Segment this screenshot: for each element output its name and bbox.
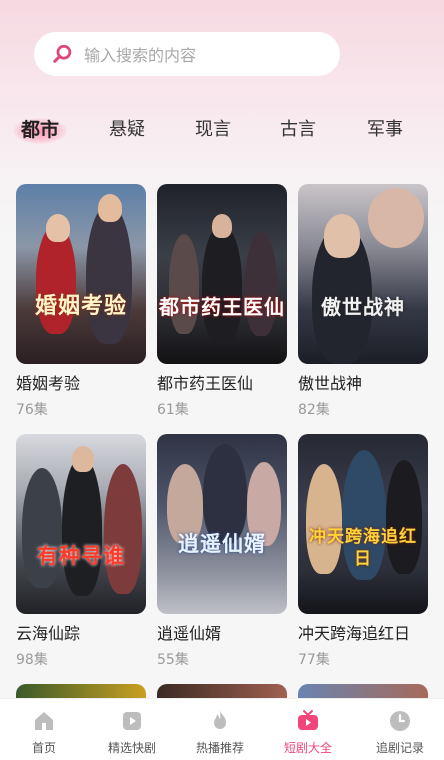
drama-poster[interactable]: 都市药王医仙 [157,184,287,364]
home-icon [35,712,53,730]
episode-count: 61集 [157,402,189,418]
nav-label: 短剧大全 [283,741,332,755]
nav-label: 热播推荐 [195,741,244,755]
nav-label: 首页 [31,741,56,755]
drama-poster[interactable]: 傲世战神 [298,184,428,364]
episode-count: 55集 [157,652,189,668]
search-icon [53,44,72,63]
drama-title: 冲天跨海追红日 [298,624,411,643]
poster-title-art: 傲世战神 [321,295,405,319]
tab-dushi[interactable]: 都市 [5,110,75,150]
tv-icon [298,710,318,730]
drama-title: 都市药王医仙 [157,374,254,393]
poster-title-art: 有种寻谁 [37,543,125,568]
drama-card[interactable]: 冲天跨海追红日 冲天跨海追红日 77集 [298,434,428,668]
nav-featured[interactable]: 精选快剧 [88,709,176,756]
drama-card[interactable]: 傲世战神 傲世战神 82集 [298,184,428,418]
drama-title: 婚姻考验 [16,374,81,393]
clock-icon [390,711,410,731]
poster-title-art: 婚姻考验 [34,293,127,319]
poster-title-art: 逍遥仙婿 [178,531,266,556]
poster-title-art: 冲天跨海追红日 [309,527,417,569]
drama-title: 逍遥仙婿 [157,624,222,643]
drama-title: 云海仙踪 [16,624,81,643]
drama-card[interactable]: 婚姻考验 婚姻考验 76集 [16,184,146,418]
drama-poster[interactable]: 婚姻考验 [16,184,146,364]
episode-count: 77集 [298,652,330,668]
search-input[interactable]: 输入搜索的内容 [84,42,196,66]
drama-title: 傲世战神 [298,374,363,393]
tab-junshi[interactable]: 军事 [350,110,420,150]
search-bar[interactable]: 输入搜索的内容 [34,32,340,76]
flame-icon [214,711,226,729]
nav-hot[interactable]: 热播推荐 [176,709,264,756]
nav-home[interactable]: 首页 [0,709,88,756]
drama-poster[interactable]: 有种寻谁 [16,434,146,614]
poster-title-art: 都市药王医仙 [159,295,285,319]
episode-count: 82集 [298,402,330,418]
tab-xianyan[interactable]: 现言 [178,110,248,150]
nav-label: 追剧记录 [375,741,424,755]
tab-xuanyi[interactable]: 悬疑 [92,110,162,150]
play-icon [123,712,141,730]
episode-count: 98集 [16,652,48,668]
tab-guyan[interactable]: 古言 [263,110,333,150]
bottom-nav: 首页 精选快剧 热播推荐 短剧大全 追剧记录 [0,698,444,760]
nav-history[interactable]: 追剧记录 [356,709,444,756]
nav-all-dramas[interactable]: 短剧大全 [264,709,352,756]
drama-poster[interactable]: 逍遥仙婿 [157,434,287,614]
drama-card[interactable]: 有种寻谁 云海仙踪 98集 [16,434,146,668]
drama-card[interactable]: 都市药王医仙 都市药王医仙 61集 [157,184,287,418]
drama-card[interactable]: 逍遥仙婿 逍遥仙婿 55集 [157,434,287,668]
episode-count: 76集 [16,402,48,418]
drama-poster[interactable]: 冲天跨海追红日 [298,434,428,614]
category-tabs: 都市 悬疑 现言 古言 军事 [0,110,444,150]
nav-label: 精选快剧 [107,741,156,755]
